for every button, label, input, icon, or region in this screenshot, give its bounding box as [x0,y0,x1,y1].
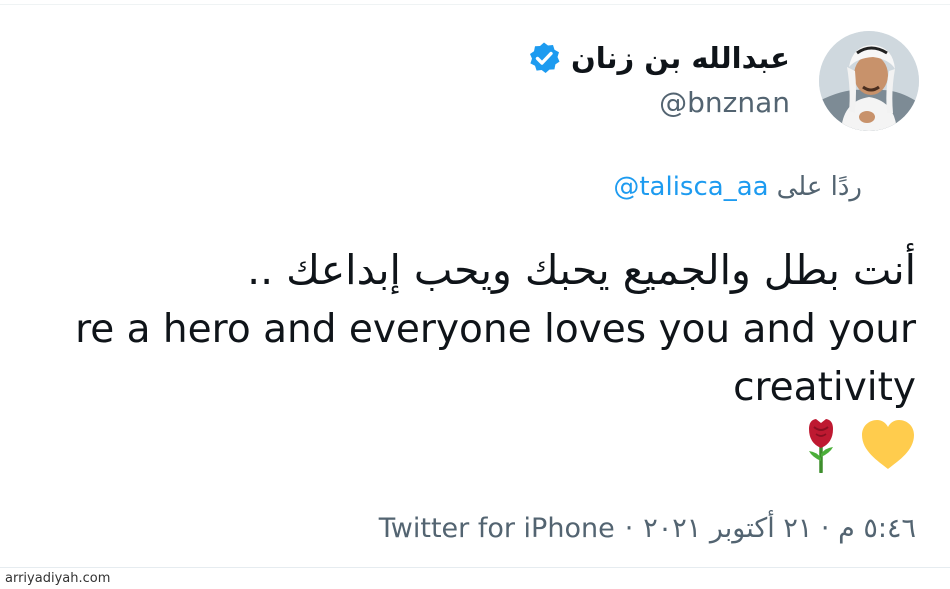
tweet-source-link[interactable]: Twitter for iPhone [379,513,615,544]
tweet-emojis [804,415,916,475]
author-handle[interactable]: @bnznan [659,86,790,119]
red-rose-emoji [809,419,833,473]
tweet-text-english-line-1: re a hero and everyone loves you and you… [75,307,916,352]
avatar[interactable] [819,31,919,131]
replying-to-label: ردًا على [776,172,862,202]
tweet-timestamp-link[interactable]: ٥:٤٦ م · ٢١ أكتوبر ٢٠٢١ [643,513,916,544]
meta-separator: · [624,513,634,544]
watermark: arriyadiyah.com [5,571,111,586]
tweet-text-english-line-2: creativity [733,365,916,410]
top-divider [0,4,950,5]
author-display-name[interactable]: عبدالله بن زنان [571,41,790,75]
tweet-meta: ٥:٤٦ م · ٢١ أكتوبر ٢٠٢١ · Twitter for iP… [379,513,916,544]
avatar-photo-icon [819,31,919,131]
replying-to: ردًا على @talisca_aa [613,172,862,202]
replying-to-mention-link[interactable]: @talisca_aa [613,172,768,202]
verified-badge-icon [527,41,561,75]
bottom-divider [0,567,950,568]
tweet-card: عبدالله بن زنان @bnznan ردًا على @talisc… [0,0,950,589]
yellow-heart-emoji [862,420,914,469]
tweet-text-arabic: أنت بطل والجميع يحبك ويحب إبداعك .. [247,246,916,294]
author-name-row: عبدالله بن زنان [527,38,790,78]
